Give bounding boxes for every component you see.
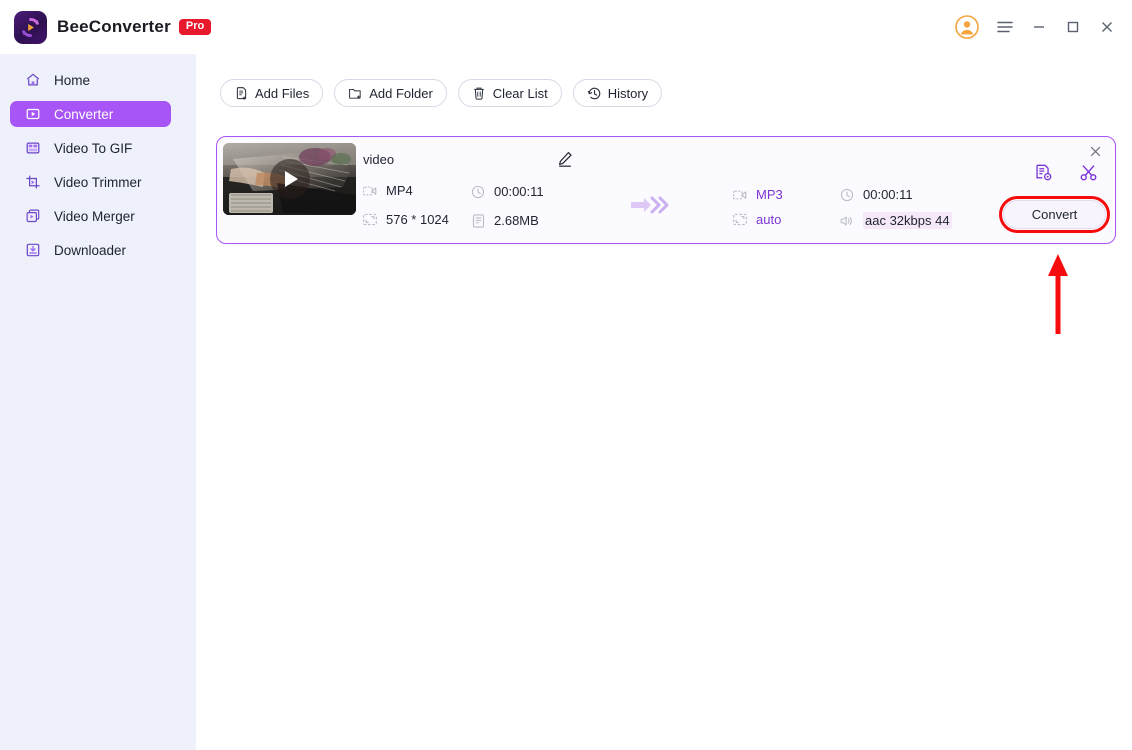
file-item-card[interactable]: video MP4 00:00:11 576 * 1024 2.68MB MP3…: [216, 136, 1116, 244]
beeconverter-logo-icon: [14, 10, 47, 44]
clock-icon: [840, 188, 854, 202]
video-thumbnail[interactable]: [223, 143, 356, 215]
history-button[interactable]: History: [572, 79, 663, 107]
app-window: BeeConverter Pro Home Converter Video To…: [0, 0, 1132, 750]
conversion-arrow-icon: [631, 195, 671, 222]
play-icon[interactable]: [269, 159, 310, 199]
clear-list-label: Clear List: [492, 85, 548, 101]
source-resolution: 576 * 1024: [363, 212, 449, 227]
app-title: BeeConverter: [57, 17, 171, 36]
pro-badge: Pro: [178, 19, 212, 35]
trash-icon: [472, 86, 487, 101]
source-size-value: 2.68MB: [494, 213, 539, 228]
sidebar-item-label: Home: [54, 72, 91, 88]
file-size-icon: [471, 213, 485, 228]
add-folder-icon: [348, 86, 363, 101]
target-resolution-value: auto: [756, 212, 782, 227]
resolution-icon: [363, 213, 377, 227]
sidebar-item-converter[interactable]: Converter: [10, 101, 171, 127]
source-format: MP4: [363, 183, 413, 198]
source-duration: 00:00:11: [471, 184, 544, 199]
target-format[interactable]: MP3: [733, 187, 783, 202]
target-format-value: MP3: [756, 187, 783, 202]
sidebar-item-label: Downloader: [54, 242, 127, 258]
app-brand: BeeConverter Pro: [14, 10, 212, 44]
sidebar-item-label: Video Trimmer: [54, 174, 142, 190]
convert-button[interactable]: Convert: [1003, 200, 1106, 229]
video-format-icon: [363, 184, 377, 198]
video-trimmer-icon: [24, 173, 42, 191]
downloader-icon: [24, 241, 42, 259]
sidebar: Home Converter Video To GIF Video Trimme…: [0, 54, 196, 750]
add-folder-label: Add Folder: [369, 85, 433, 101]
target-audio-value: aac 32kbps 44: [863, 212, 952, 229]
source-format-value: MP4: [386, 183, 413, 198]
add-files-icon: [234, 86, 249, 101]
home-icon: [24, 71, 42, 89]
file-toolbar: Add Files Add Folder Clear List History: [220, 79, 663, 107]
red-pointer-arrow: [1044, 252, 1072, 336]
sidebar-item-home[interactable]: Home: [0, 67, 171, 93]
hamburger-menu-icon[interactable]: [988, 10, 1022, 44]
source-size: 2.68MB: [471, 213, 539, 228]
title-bar: BeeConverter Pro: [0, 0, 1132, 54]
target-duration: 00:00:11: [840, 187, 913, 202]
close-icon[interactable]: [1090, 10, 1124, 44]
output-settings-icon[interactable]: [1034, 163, 1053, 182]
source-resolution-value: 576 * 1024: [386, 212, 449, 227]
sidebar-nav: Home Converter Video To GIF Video Trimme…: [0, 61, 196, 263]
sidebar-item-video-merger[interactable]: Video Merger: [0, 203, 171, 229]
file-name: video: [363, 152, 395, 167]
history-label: History: [607, 85, 649, 101]
target-duration-value: 00:00:11: [863, 187, 913, 202]
sidebar-item-video-to-gif[interactable]: Video To GIF: [0, 135, 171, 161]
converter-icon: [24, 105, 42, 123]
convert-button-label: Convert: [1031, 207, 1078, 222]
remove-item-icon[interactable]: [1088, 144, 1104, 160]
clear-list-button[interactable]: Clear List: [457, 79, 562, 107]
scissors-trim-icon[interactable]: [1079, 163, 1098, 182]
video-format-icon: [733, 188, 747, 202]
sidebar-item-label: Converter: [54, 106, 114, 122]
resolution-icon: [733, 213, 747, 227]
sidebar-item-label: Video Merger: [54, 208, 135, 224]
footer-bar: Output format: MP3 Same as source File L…: [0, 668, 1132, 750]
audio-icon: [840, 214, 854, 228]
add-folder-button[interactable]: Add Folder: [334, 79, 447, 107]
source-duration-value: 00:00:11: [494, 184, 544, 199]
user-avatar-icon[interactable]: [950, 10, 984, 44]
window-controls: [950, 0, 1124, 54]
sidebar-item-video-trimmer[interactable]: Video Trimmer: [0, 169, 171, 195]
clock-icon: [471, 185, 485, 199]
sidebar-item-downloader[interactable]: Downloader: [0, 237, 171, 263]
video-to-gif-icon: [24, 139, 42, 157]
video-merger-icon: [24, 207, 42, 225]
maximize-icon[interactable]: [1056, 10, 1090, 44]
edit-pencil-icon[interactable]: [556, 150, 574, 168]
target-resolution[interactable]: auto: [733, 212, 781, 227]
add-files-button[interactable]: Add Files: [220, 79, 324, 107]
target-audio: aac 32kbps 44: [840, 212, 952, 229]
minimize-icon[interactable]: [1022, 10, 1056, 44]
history-icon: [587, 86, 602, 101]
add-files-label: Add Files: [255, 85, 310, 101]
sidebar-item-label: Video To GIF: [54, 140, 133, 156]
card-action-icons: [1034, 163, 1098, 182]
